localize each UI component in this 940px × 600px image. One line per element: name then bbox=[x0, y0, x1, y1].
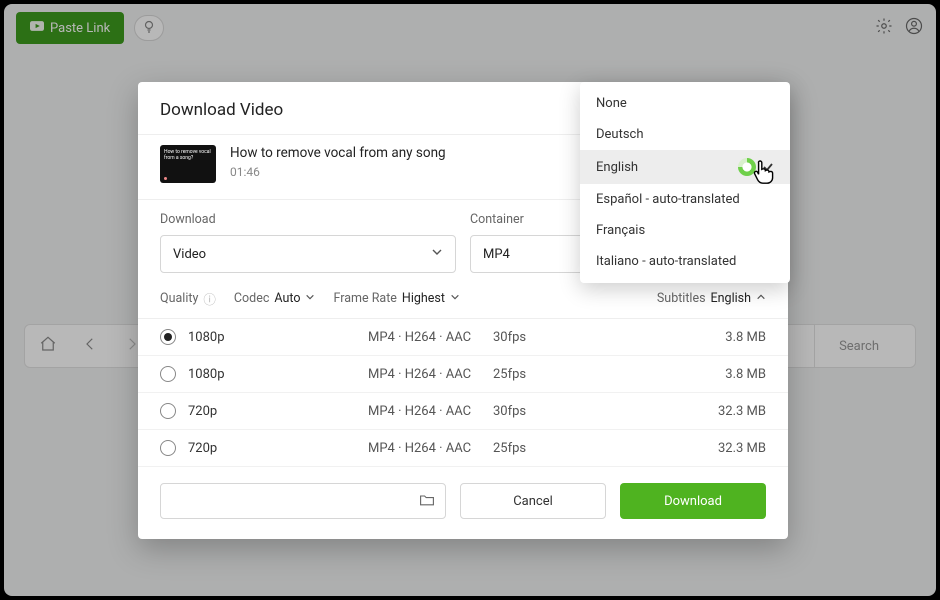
subtitles-value: English bbox=[711, 291, 751, 306]
loading-check bbox=[738, 158, 774, 176]
subtitles-label: Subtitles bbox=[657, 291, 706, 306]
quality-fps: 30fps bbox=[493, 330, 553, 345]
quality-resolution: 720p bbox=[188, 441, 368, 456]
modal-footer: Cancel Download bbox=[138, 467, 788, 539]
chevron-down-icon bbox=[450, 291, 460, 306]
quality-size: 32.3 MB bbox=[718, 441, 766, 456]
subtitle-option-label: Français bbox=[596, 223, 645, 238]
quality-format: MP4 · H264 · AAC bbox=[368, 404, 493, 419]
subtitle-option-label: Deutsch bbox=[596, 127, 644, 142]
subtitle-option-label: English bbox=[596, 160, 638, 175]
subtitle-option[interactable]: Deutsch bbox=[580, 119, 790, 150]
thumb-text: How to remove vocal from a song? bbox=[164, 149, 212, 161]
framerate-value: Highest bbox=[402, 291, 445, 306]
quality-row[interactable]: 720pMP4 · H264 · AAC30fps 32.3 MB bbox=[138, 393, 788, 430]
quality-format: MP4 · H264 · AAC bbox=[368, 441, 493, 456]
quality-label: Quality bbox=[160, 291, 198, 306]
radio-icon bbox=[160, 329, 176, 345]
quality-resolution: 1080p bbox=[188, 367, 368, 382]
download-button[interactable]: Download bbox=[620, 483, 766, 519]
quality-size: 32.3 MB bbox=[718, 404, 766, 419]
download-field-label: Download bbox=[160, 212, 456, 227]
video-title: How to remove vocal from any song bbox=[230, 145, 446, 161]
quality-resolution: 720p bbox=[188, 404, 368, 419]
codec-value: Auto bbox=[274, 291, 300, 306]
quality-list: 1080pMP4 · H264 · AAC30fps3.8 MB1080pMP4… bbox=[138, 318, 788, 467]
subtitles-filter[interactable]: Subtitles English bbox=[657, 291, 766, 306]
quality-format: MP4 · H264 · AAC bbox=[368, 367, 493, 382]
video-thumbnail: How to remove vocal from a song? bbox=[160, 145, 216, 183]
quality-size: 3.8 MB bbox=[725, 367, 766, 382]
subtitle-option[interactable]: Français bbox=[580, 215, 790, 246]
chevron-down-icon bbox=[305, 291, 315, 306]
subtitle-option[interactable]: English bbox=[580, 150, 790, 184]
quality-filter[interactable]: Quality ⓘ bbox=[160, 289, 216, 308]
codec-filter[interactable]: Codec Auto bbox=[234, 291, 316, 306]
spinner-icon bbox=[738, 158, 756, 176]
info-icon: ⓘ bbox=[203, 289, 216, 308]
quality-fps: 30fps bbox=[493, 404, 553, 419]
subtitle-option[interactable]: Español - auto-translated bbox=[580, 184, 790, 215]
container-value: MP4 bbox=[483, 247, 510, 262]
save-path-input[interactable] bbox=[160, 483, 446, 519]
quality-format: MP4 · H264 · AAC bbox=[368, 330, 493, 345]
quality-row[interactable]: 720pMP4 · H264 · AAC25fps 32.3 MB bbox=[138, 430, 788, 467]
subtitle-option[interactable]: Italiano - auto-translated bbox=[580, 246, 790, 277]
framerate-label: Frame Rate bbox=[333, 291, 396, 306]
cancel-button[interactable]: Cancel bbox=[460, 483, 606, 519]
download-type-value: Video bbox=[173, 247, 206, 262]
radio-icon bbox=[160, 440, 176, 456]
chevron-up-icon bbox=[756, 291, 766, 306]
folder-icon bbox=[419, 492, 435, 511]
subtitle-option-label: Italiano - auto-translated bbox=[596, 254, 736, 269]
radio-icon bbox=[160, 366, 176, 382]
quality-row[interactable]: 1080pMP4 · H264 · AAC30fps 3.8 MB bbox=[138, 319, 788, 356]
quality-resolution: 1080p bbox=[188, 330, 368, 345]
framerate-filter[interactable]: Frame Rate Highest bbox=[333, 291, 459, 306]
check-icon bbox=[762, 161, 774, 173]
quality-size: 3.8 MB bbox=[725, 330, 766, 345]
subtitle-option-label: Español - auto-translated bbox=[596, 192, 740, 207]
subtitle-option-label: None bbox=[596, 96, 627, 111]
codec-label: Codec bbox=[234, 291, 270, 306]
subtitles-dropdown: None Deutsch English Español - auto-transla… bbox=[580, 82, 790, 283]
radio-icon bbox=[160, 403, 176, 419]
quality-fps: 25fps bbox=[493, 367, 553, 382]
video-duration: 01:46 bbox=[230, 165, 446, 179]
quality-row[interactable]: 1080pMP4 · H264 · AAC25fps 3.8 MB bbox=[138, 356, 788, 393]
download-type-select[interactable]: Video bbox=[160, 235, 456, 273]
subtitle-option[interactable]: None bbox=[580, 88, 790, 119]
chevron-down-icon bbox=[431, 246, 443, 262]
quality-fps: 25fps bbox=[493, 441, 553, 456]
